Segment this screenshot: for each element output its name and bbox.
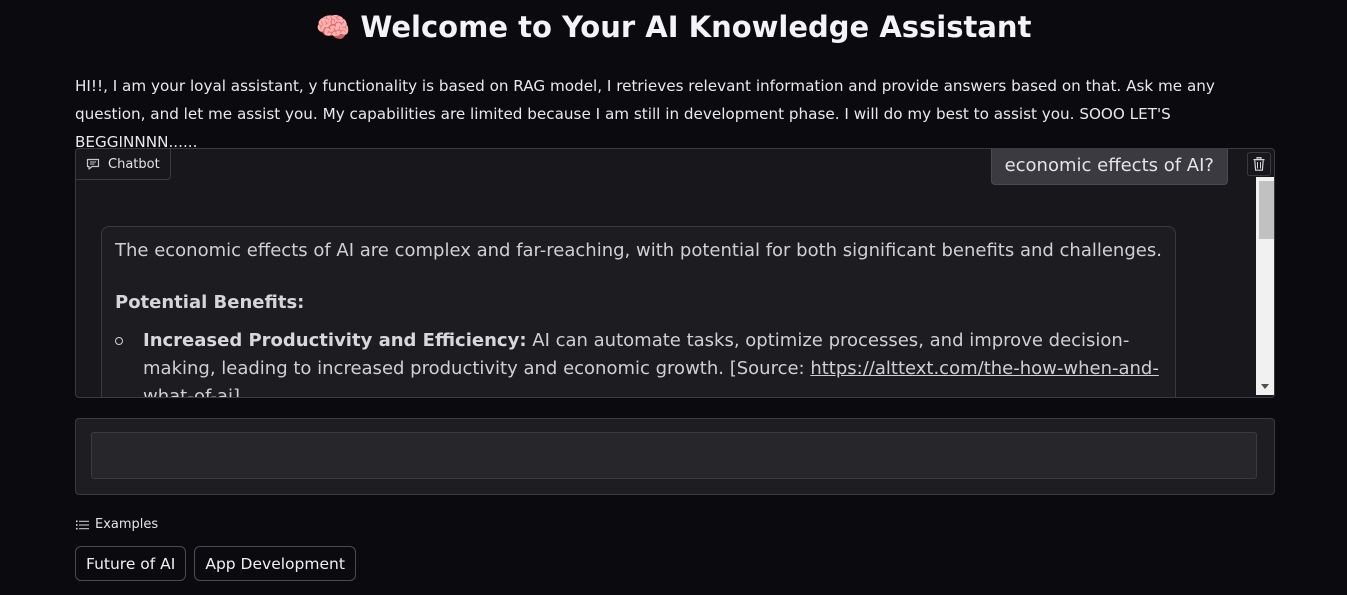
trash-icon — [1253, 157, 1265, 171]
brain-icon: 🧠 — [315, 10, 351, 44]
bot-message: The economic effects of AI are complex a… — [101, 226, 1176, 398]
chatbot-panel: Chatbot economic effects of AI? The econ… — [75, 148, 1275, 398]
examples-label-text: Examples — [95, 517, 159, 532]
chatbot-label-text: Chatbot — [108, 156, 160, 172]
bot-message-intro: The economic effects of AI are complex a… — [115, 240, 1162, 261]
example-button-app-development[interactable]: App Development — [194, 546, 356, 581]
bot-message-heading: Potential Benefits: — [115, 292, 305, 313]
page-title: 🧠 Welcome to Your AI Knowledge Assistant — [0, 10, 1347, 44]
bullet-title: Increased Productivity and Efficiency: — [143, 330, 527, 351]
bullet-circle-icon — [115, 337, 123, 345]
chatbot-label: Chatbot — [76, 149, 171, 180]
clear-chat-button[interactable] — [1247, 152, 1271, 176]
intro-text: HI!!, I am your loyal assistant, y funct… — [75, 77, 1215, 151]
chat-scrollbar[interactable] — [1256, 177, 1274, 395]
scrollbar-thumb[interactable] — [1259, 181, 1274, 239]
message-input[interactable] — [91, 432, 1257, 479]
bot-message-bullet: Increased Productivity and Efficiency: A… — [115, 327, 1162, 398]
bullet-suffix: ] — [232, 386, 240, 398]
examples-list: Future of AI App Development — [75, 546, 356, 581]
page-title-text: Welcome to Your AI Knowledge Assistant — [360, 10, 1032, 44]
example-button-future-of-ai[interactable]: Future of AI — [75, 546, 187, 581]
chat-bubble-icon — [86, 158, 100, 170]
scroll-down-arrow-icon[interactable] — [1261, 384, 1269, 389]
app-page: 🧠 Welcome to Your AI Knowledge Assistant… — [0, 0, 1347, 595]
examples-label: Examples — [76, 517, 158, 532]
input-panel — [75, 418, 1275, 495]
list-icon — [76, 520, 89, 529]
user-message: economic effects of AI? — [990, 149, 1228, 185]
